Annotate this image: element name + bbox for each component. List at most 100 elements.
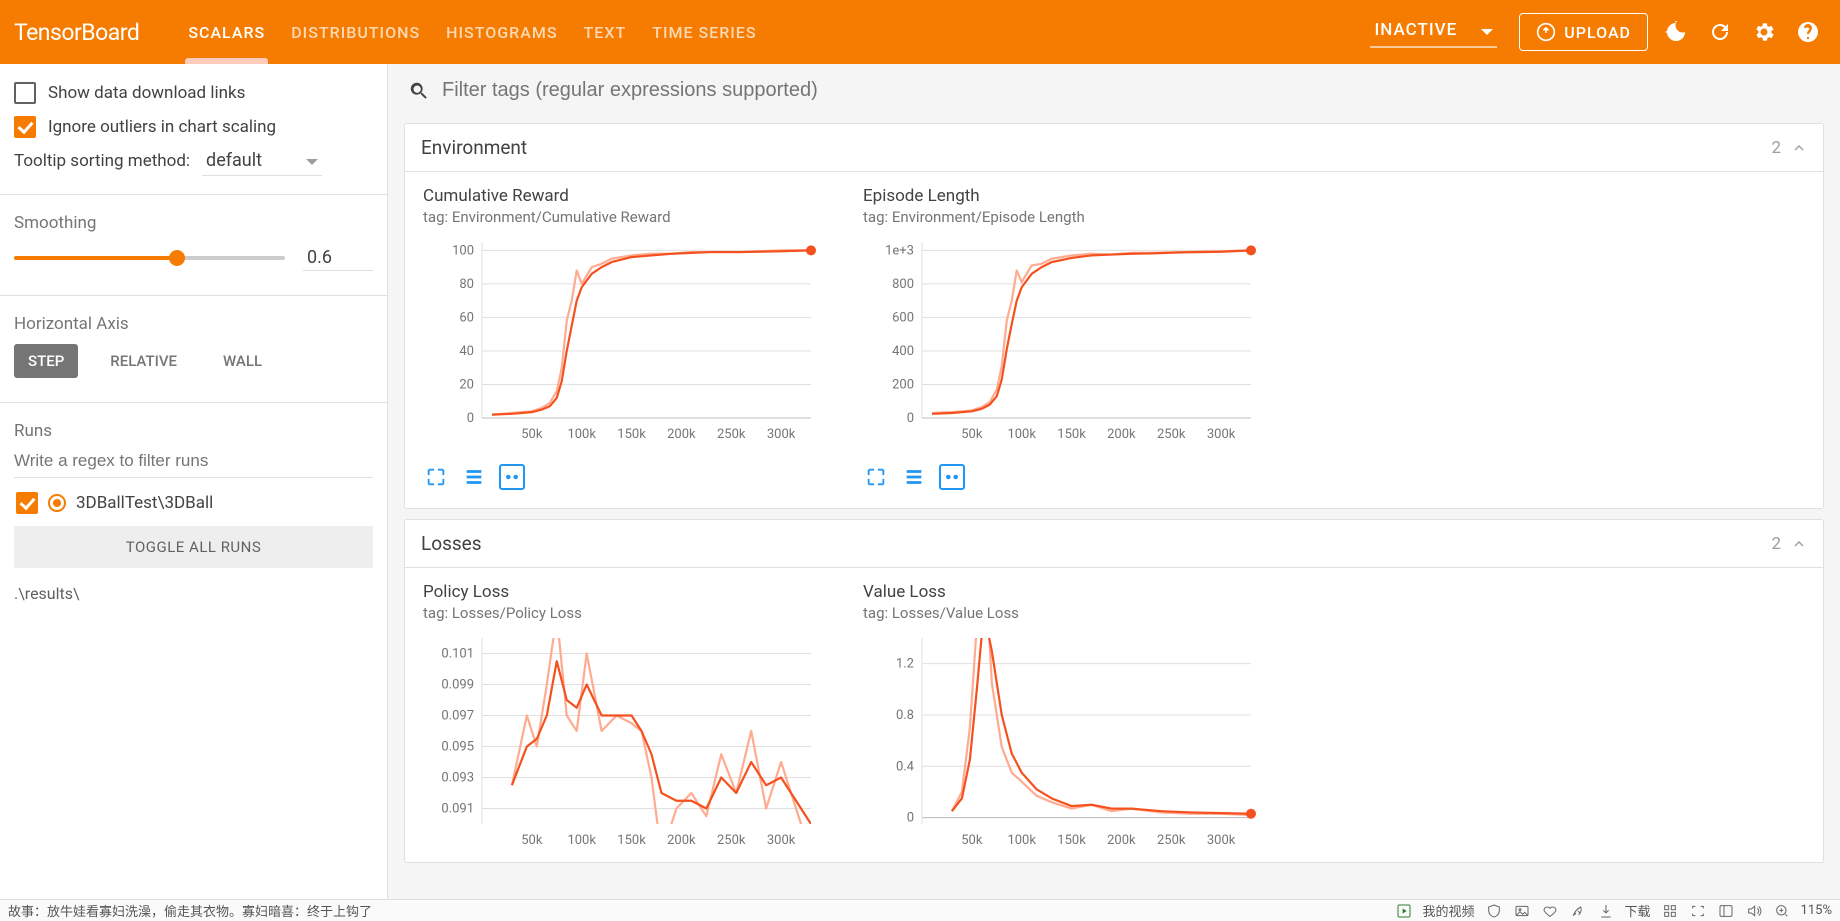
checkbox-run[interactable] <box>16 492 38 514</box>
chart-canvas[interactable]: 02004006008001e+350k100k150k200k250k300k <box>863 236 1258 446</box>
svg-text:0: 0 <box>467 411 474 426</box>
tab-histograms[interactable]: HISTOGRAMS <box>433 0 570 64</box>
app-header: TensorBoard SCALARS DISTRIBUTIONS HISTOG… <box>0 0 1840 64</box>
fullscreen-icon[interactable] <box>423 464 449 490</box>
svg-text:60: 60 <box>459 310 474 325</box>
svg-text:200: 200 <box>892 377 914 392</box>
plot-policy-loss: Policy Loss tag: Losses/Policy Loss 0.09… <box>423 582 823 856</box>
run-color-swatch <box>48 494 66 512</box>
svg-text:300k: 300k <box>1207 833 1236 848</box>
run-row[interactable]: 3DBallTest\3DBall <box>0 486 387 520</box>
svg-text:1e+3: 1e+3 <box>885 243 914 258</box>
chevron-up-icon <box>1791 536 1807 552</box>
section-title: Environment <box>421 136 527 159</box>
logo: TensorBoard <box>14 19 139 46</box>
section-environment: Environment 2 Cumulative Reward tag: Env… <box>404 123 1824 509</box>
status-download[interactable]: 下载 <box>1625 901 1651 920</box>
section-header-losses[interactable]: Losses 2 <box>405 520 1823 568</box>
zoom-icon[interactable] <box>1773 902 1791 920</box>
svg-text:200k: 200k <box>1107 427 1136 442</box>
fit-domain-icon[interactable] <box>939 464 965 490</box>
section-header-environment[interactable]: Environment 2 <box>405 124 1823 172</box>
chart-canvas[interactable]: 00.40.81.250k100k150k200k250k300k <box>863 632 1258 852</box>
svg-text:0.101: 0.101 <box>441 647 474 662</box>
tag-filter-input[interactable] <box>440 78 1820 103</box>
svg-text:0.091: 0.091 <box>441 802 474 817</box>
plot-title: Episode Length <box>863 186 1263 206</box>
reload-mode-select[interactable]: INACTIVE <box>1370 16 1497 48</box>
plot-value-loss: Value Loss tag: Losses/Value Loss 00.40.… <box>863 582 1263 856</box>
svg-text:0.097: 0.097 <box>441 709 474 724</box>
svg-text:100: 100 <box>452 243 474 258</box>
haxis-wall[interactable]: WALL <box>209 344 276 378</box>
rocket-icon[interactable] <box>1569 902 1587 920</box>
help-icon[interactable] <box>1786 10 1830 54</box>
download-icon[interactable] <box>1597 902 1615 920</box>
svg-text:100k: 100k <box>567 427 596 442</box>
shield-icon[interactable] <box>1485 902 1503 920</box>
play-icon[interactable] <box>1395 902 1413 920</box>
svg-text:0.8: 0.8 <box>896 708 914 723</box>
svg-text:300k: 300k <box>1207 427 1236 442</box>
tab-text[interactable]: TEXT <box>571 0 640 64</box>
svg-text:50k: 50k <box>961 427 983 442</box>
toggle-theme-icon[interactable] <box>1654 10 1698 54</box>
section-count: 2 <box>1771 534 1781 554</box>
svg-text:0: 0 <box>907 411 914 426</box>
sidebar: Show data download links Ignore outliers… <box>0 64 388 899</box>
plot-tag: tag: Environment/Episode Length <box>863 208 1263 226</box>
svg-text:0.093: 0.093 <box>441 771 474 786</box>
status-zoom[interactable]: 115% <box>1801 903 1832 918</box>
haxis-relative[interactable]: RELATIVE <box>96 344 191 378</box>
svg-text:400: 400 <box>892 344 914 359</box>
nav-tabs: SCALARS DISTRIBUTIONS HISTOGRAMS TEXT TI… <box>175 0 769 64</box>
svg-text:50k: 50k <box>521 833 543 848</box>
tab-timeseries[interactable]: TIME SERIES <box>639 0 769 64</box>
tab-distributions[interactable]: DISTRIBUTIONS <box>278 0 433 64</box>
heart-icon[interactable] <box>1541 902 1559 920</box>
label-show-download: Show data download links <box>48 83 245 103</box>
svg-text:40: 40 <box>459 344 474 359</box>
fit-domain-icon[interactable] <box>499 464 525 490</box>
svg-text:250k: 250k <box>1157 427 1186 442</box>
run-name: 3DBallTest\3DBall <box>76 493 213 513</box>
checkbox-ignore-outliers[interactable] <box>14 116 36 138</box>
sidebar-icon[interactable] <box>1717 902 1735 920</box>
section-count: 2 <box>1771 138 1781 158</box>
toggle-y-log-icon[interactable] <box>901 464 927 490</box>
volume-icon[interactable] <box>1745 902 1763 920</box>
plot-episode-length: Episode Length tag: Environment/Episode … <box>863 186 1263 490</box>
svg-text:0.095: 0.095 <box>441 740 474 755</box>
svg-text:150k: 150k <box>1057 427 1086 442</box>
screenshot-icon[interactable] <box>1689 902 1707 920</box>
chart-canvas[interactable]: 0.0910.0930.0950.0970.0990.10150k100k150… <box>423 632 818 852</box>
checkbox-show-download[interactable] <box>14 82 36 104</box>
toggle-all-runs-button[interactable]: TOGGLE ALL RUNS <box>14 526 373 568</box>
upload-label: UPLOAD <box>1564 23 1631 42</box>
svg-text:250k: 250k <box>1157 833 1186 848</box>
refresh-icon[interactable] <box>1698 10 1742 54</box>
plot-tag: tag: Environment/Cumulative Reward <box>423 208 823 226</box>
tooltip-sort-select[interactable]: default <box>202 146 322 176</box>
section-losses: Losses 2 Policy Loss tag: Losses/Policy … <box>404 519 1824 863</box>
grid-icon[interactable] <box>1661 902 1679 920</box>
runs-filter-input[interactable] <box>14 445 373 478</box>
tab-scalars[interactable]: SCALARS <box>175 0 278 64</box>
svg-text:150k: 150k <box>617 427 646 442</box>
plot-title: Cumulative Reward <box>423 186 823 206</box>
fullscreen-icon[interactable] <box>863 464 889 490</box>
label-smoothing: Smoothing <box>0 205 387 237</box>
toggle-y-log-icon[interactable] <box>461 464 487 490</box>
image-icon[interactable] <box>1513 902 1531 920</box>
smoothing-value-input[interactable]: 0.6 <box>303 245 373 271</box>
haxis-step[interactable]: STEP <box>14 344 78 378</box>
upload-button[interactable]: UPLOAD <box>1519 13 1648 51</box>
section-title: Losses <box>421 532 482 555</box>
browser-status-bar: 故事：放牛娃看寡妇洗澡，偷走其衣物。寡妇暗喜：终于上钩了 我的视频 下载 115… <box>0 899 1840 921</box>
settings-icon[interactable] <box>1742 10 1786 54</box>
status-video[interactable]: 我的视频 <box>1423 901 1475 920</box>
smoothing-slider[interactable] <box>14 256 285 260</box>
svg-text:100k: 100k <box>1007 427 1036 442</box>
chart-canvas[interactable]: 02040608010050k100k150k200k250k300k <box>423 236 818 446</box>
svg-text:50k: 50k <box>961 833 983 848</box>
